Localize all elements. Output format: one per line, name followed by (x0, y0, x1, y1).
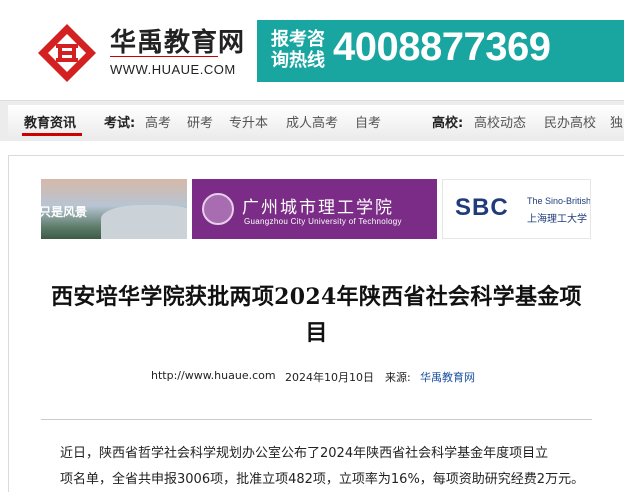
article-url[interactable]: http://www.huaue.com (151, 369, 276, 382)
site-domain[interactable]: WWW.HUAUE.COM (110, 62, 236, 77)
article-date: 2024年10月10日 (285, 371, 374, 384)
ad-banner-scenery[interactable]: 只是风景 (41, 179, 187, 239)
sbc-logo: SBC (455, 194, 509, 221)
banner-scenery-text: 只是风景 (41, 205, 88, 219)
nav-news[interactable]: 教育资讯 (24, 112, 76, 131)
article-divider (41, 419, 592, 420)
university-seal-icon (202, 193, 234, 225)
nav-exam-label: 考试: (104, 116, 136, 131)
article-paragraph-line-2: 项名单，全省共申报3006项，批准立项482项，立项率为16%，每项资助研究经费… (60, 472, 585, 487)
hotline-banner[interactable]: 报考咨询热线 4008877369 (257, 20, 624, 82)
ad-banner-sbc[interactable]: SBC The Sino-British 上海理工大学 (442, 179, 591, 239)
site-name[interactable]: 华禹教育网 (110, 22, 245, 59)
nav-active-indicator (22, 133, 82, 136)
nav-gaokao[interactable]: 高考 (145, 112, 171, 131)
nav-chengkao[interactable]: 成人高考 (286, 112, 338, 131)
nav-yankao[interactable]: 研考 (187, 112, 213, 131)
ad-banner-gzcu[interactable]: 广州城市理工学院 Guangzhou City University of Te… (192, 179, 437, 239)
hotline-number: 4008877369 (333, 25, 551, 69)
nav-overflow-item[interactable]: 独 (610, 112, 623, 131)
banner-scenery-image (101, 205, 187, 239)
banner-gzcu-name: 广州城市理工学院 (242, 198, 394, 218)
nav-private-college[interactable]: 民办高校 (544, 112, 596, 131)
hotline-label: 报考咨询热线 (271, 29, 325, 71)
banner-sbc-en: The Sino-British (527, 196, 591, 206)
article-source-link[interactable]: 华禹教育网 (420, 369, 475, 385)
nav-zikao[interactable]: 自考 (355, 112, 381, 131)
article-paragraph-line-1: 近日，陕西省哲学社会科学规划办公室公布了2024年陕西省社会科学基金年度项目立 (60, 446, 549, 461)
article-title: 西安培华学院获批两项2024年陕西省社会科学基金项目 (51, 284, 582, 346)
nav-college-news[interactable]: 高校动态 (474, 112, 526, 131)
huayu-logo-icon[interactable] (36, 22, 98, 84)
banner-sbc-cn: 上海理工大学 (527, 214, 587, 225)
nav-zhuanshengben[interactable]: 专升本 (229, 112, 268, 131)
banner-gzcu-name-en: Guangzhou City University of Technology (244, 217, 402, 226)
article-source-label: 来源: (385, 371, 411, 384)
nav-college-label: 高校: (432, 116, 464, 131)
logo-divider (110, 56, 218, 57)
